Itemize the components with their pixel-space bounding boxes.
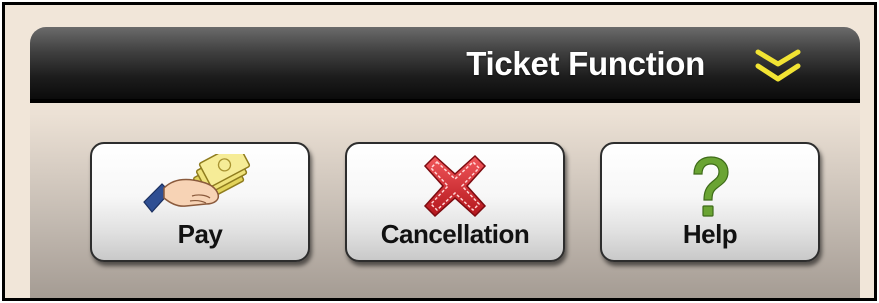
hand-with-money-icon — [143, 154, 251, 213]
help-button-label: Help — [682, 219, 738, 249]
panel-header: Ticket Function — [30, 27, 860, 103]
double-chevron-down-icon[interactable] — [753, 49, 803, 85]
screenshot-frame: Ticket Function Pay Cancellation Help — [2, 2, 877, 301]
ticket-function-panel: Ticket Function Pay Cancellation Help — [30, 27, 860, 298]
question-mark-icon — [693, 156, 729, 217]
panel-title: Ticket Function — [466, 45, 705, 82]
help-button[interactable]: Help — [600, 142, 820, 262]
pay-button[interactable]: Pay — [90, 142, 310, 262]
cancellation-button[interactable]: Cancellation — [345, 142, 565, 262]
red-x-icon — [423, 154, 487, 218]
pay-button-label: Pay — [177, 219, 223, 249]
cancellation-button-label: Cancellation — [380, 219, 530, 249]
